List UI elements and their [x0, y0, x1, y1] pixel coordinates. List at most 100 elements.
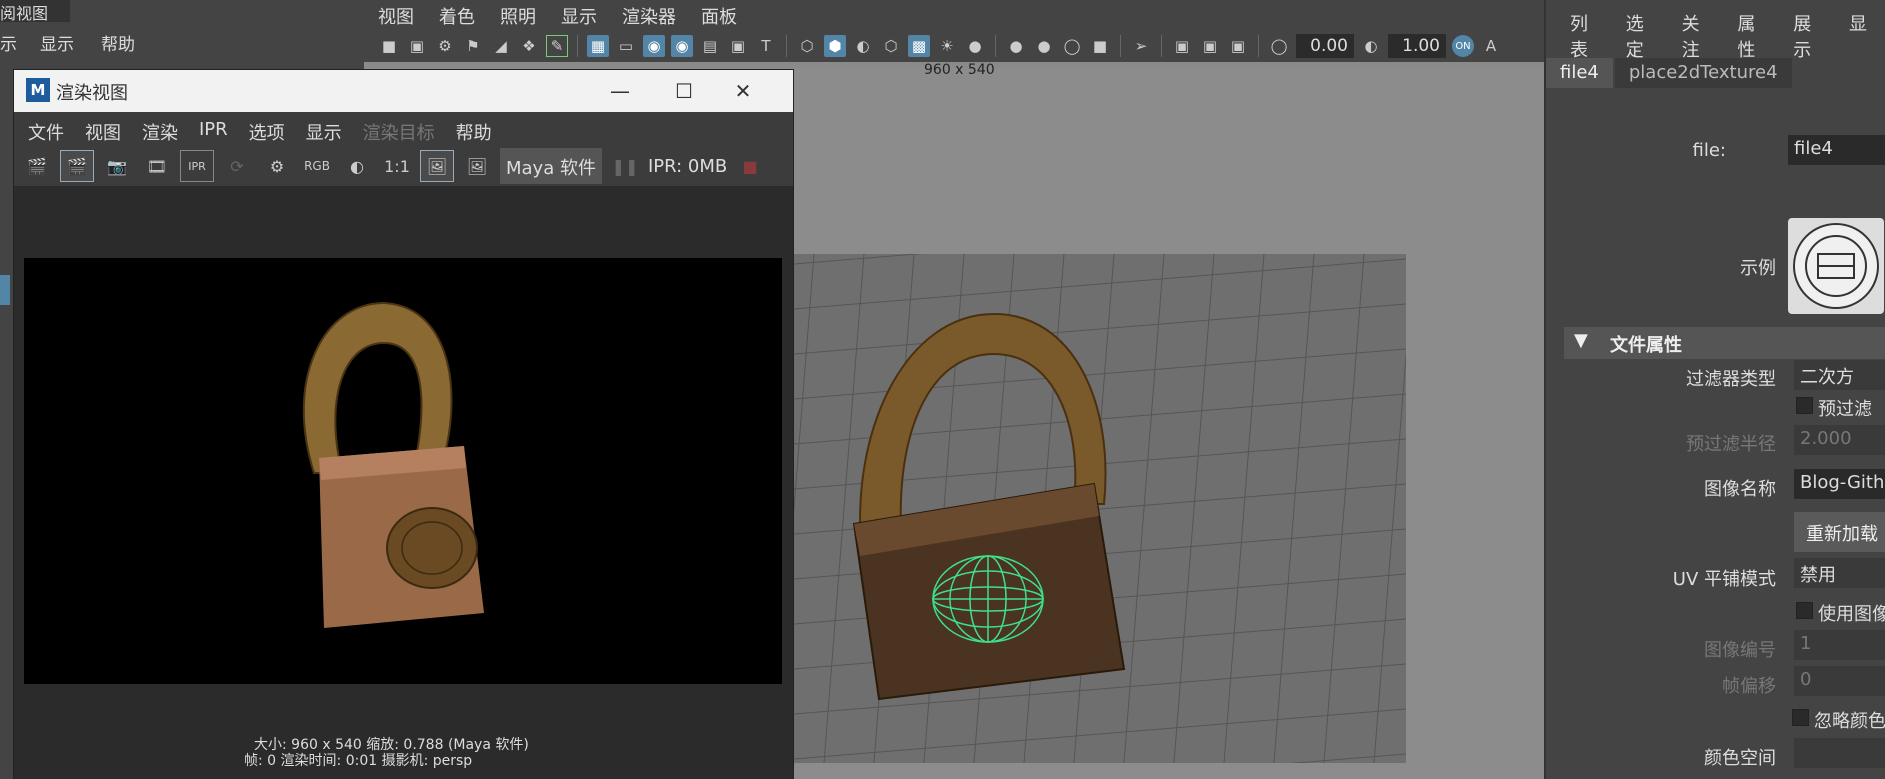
ae-menu-show[interactable]: 展示: [1793, 0, 1837, 61]
isolate-select-icon[interactable]: ➢: [1130, 35, 1152, 57]
refresh-ipr-icon: ⟳: [230, 156, 244, 176]
aov-icon[interactable]: A: [1480, 35, 1502, 57]
file-node-field[interactable]: file4: [1788, 135, 1885, 165]
shadows-icon[interactable]: ●: [964, 35, 986, 57]
real-size-icon[interactable]: 1:1: [380, 150, 414, 182]
2d-pan-icon[interactable]: ❖: [518, 35, 540, 57]
film-gate-icon[interactable]: ▭: [615, 35, 637, 57]
xray-active-icon[interactable]: ▣: [1199, 35, 1221, 57]
tab-file4[interactable]: file4: [1546, 58, 1613, 88]
ignore-color-space-checkbox[interactable]: [1792, 709, 1809, 726]
maximize-icon[interactable]: ☐: [669, 76, 699, 106]
ae-menubar: 列表 选定 关注 属性 展示 显: [1546, 0, 1885, 61]
rw-menu-file[interactable]: 文件: [28, 112, 75, 146]
vp-menu-lighting[interactable]: 照明: [486, 0, 547, 30]
frame-offset-label: 帧偏移: [1722, 676, 1776, 697]
redo-render-icon[interactable]: 🎬: [20, 150, 54, 182]
exposure-icon[interactable]: ◯: [1268, 35, 1290, 57]
xray-joints-icon[interactable]: ▣: [1227, 35, 1249, 57]
render-canvas-area[interactable]: 大小: 960 x 540 缩放: 0.788 (Maya 软件) 帧: 0 渲…: [14, 186, 793, 779]
wireframe-on-shaded-icon[interactable]: ⬡: [880, 35, 902, 57]
rgb-channels-icon[interactable]: RGB: [300, 150, 334, 182]
image-number-field: 1: [1794, 630, 1885, 660]
render-view-titlebar[interactable]: M 渲染视图 — ☐ ✕: [14, 70, 793, 112]
rw-menu-ipr[interactable]: IPR: [199, 112, 239, 146]
ae-menu-display-fragment[interactable]: 显: [1849, 0, 1875, 40]
vp-menu-renderer[interactable]: 渲染器: [608, 0, 687, 30]
rw-menu-render[interactable]: 渲染: [142, 112, 189, 146]
tab-place2dtexture4[interactable]: place2dTexture4: [1614, 58, 1792, 88]
motion-blur-icon[interactable]: ●: [1033, 35, 1055, 57]
left-menubar: 示 显示 帮助: [0, 26, 362, 56]
xray-icon[interactable]: ▣: [1171, 35, 1193, 57]
triangle-down-icon: ▼: [1574, 330, 1588, 351]
left-menu-item-show-fragment[interactable]: 示: [0, 30, 17, 55]
render-sequence-icon[interactable]: 🎞: [140, 150, 174, 182]
resolution-gate-icon[interactable]: ◉: [643, 35, 665, 57]
camera-lock-icon[interactable]: ▣: [406, 35, 428, 57]
render-region-icon[interactable]: 🎬: [60, 150, 94, 182]
wireframe-icon[interactable]: ⬡: [796, 35, 818, 57]
safe-action-icon[interactable]: ▣: [727, 35, 749, 57]
vp-menu-show[interactable]: 显示: [547, 0, 608, 30]
reload-button[interactable]: 重新加载: [1794, 512, 1885, 552]
color-space-dropdown[interactable]: [1794, 738, 1885, 768]
vp-menu-shading[interactable]: 着色: [425, 0, 486, 30]
camera-icon[interactable]: ■: [378, 35, 400, 57]
left-menu-item-display[interactable]: 显示: [40, 30, 74, 55]
toolbar-separator: [1258, 35, 1259, 57]
gate-mask-icon[interactable]: ◉: [671, 35, 693, 57]
default-material-icon[interactable]: ◐: [852, 35, 874, 57]
section-title: 文件属性: [1610, 335, 1682, 356]
ae-menu-focus[interactable]: 关注: [1682, 0, 1726, 61]
uv-tiling-dropdown[interactable]: 禁用: [1794, 558, 1885, 588]
minimize-icon[interactable]: —: [605, 76, 635, 106]
left-selected-marker: [0, 275, 10, 305]
alpha-channel-icon[interactable]: ◐: [340, 150, 374, 182]
close-icon[interactable]: ✕: [728, 76, 758, 106]
field-chart-icon[interactable]: ▤: [699, 35, 721, 57]
camera-attr-icon[interactable]: ⚙: [434, 35, 456, 57]
bookmark-icon[interactable]: ⚑: [462, 35, 484, 57]
rw-menu-display[interactable]: 显示: [306, 112, 353, 146]
use-image-sequence-checkbox[interactable]: [1796, 602, 1813, 619]
rw-menu-help[interactable]: 帮助: [456, 112, 503, 146]
renderer-selector[interactable]: Maya 软件: [500, 148, 602, 184]
color-management-icon[interactable]: ON: [1452, 35, 1474, 57]
ae-menu-list[interactable]: 列表: [1570, 0, 1614, 61]
smooth-shade-icon[interactable]: ⬢: [824, 35, 846, 57]
safe-title-icon[interactable]: T: [755, 35, 777, 57]
render-lock-emblem: [386, 507, 478, 589]
exposure-field[interactable]: 0.00: [1296, 34, 1354, 58]
filter-type-dropdown[interactable]: 二次方: [1794, 360, 1885, 390]
multisample-icon[interactable]: ◯: [1061, 35, 1083, 57]
render-settings-icon[interactable]: ⚙: [260, 150, 294, 182]
ignore-color-space-label: 忽略颜色: [1814, 711, 1885, 732]
vp-menu-view[interactable]: 视图: [364, 0, 425, 30]
screen-space-ao-icon[interactable]: ●: [1005, 35, 1027, 57]
texture-swatch[interactable]: [1788, 218, 1884, 314]
depth-of-field-icon[interactable]: ■: [1089, 35, 1111, 57]
rw-menu-options[interactable]: 选项: [249, 112, 296, 146]
textured-icon[interactable]: ▩: [908, 35, 930, 57]
color-space-label: 颜色空间: [1704, 748, 1776, 769]
gamma-icon[interactable]: ◐: [1360, 35, 1382, 57]
keep-image-icon[interactable]: 🖼: [420, 150, 454, 182]
file-attributes-section[interactable]: ▼ 文件属性: [1564, 327, 1885, 359]
prefilter-checkbox[interactable]: [1796, 397, 1813, 414]
rendered-lock-image: [302, 301, 484, 628]
rw-menu-view[interactable]: 视图: [85, 112, 132, 146]
grease-pencil-icon[interactable]: ✎: [546, 35, 568, 57]
ipr-render-icon[interactable]: IPR: [180, 150, 214, 182]
ae-menu-selected[interactable]: 选定: [1626, 0, 1670, 61]
left-menu-item-help[interactable]: 帮助: [101, 30, 135, 55]
image-name-field[interactable]: Blog-Githu: [1794, 469, 1885, 499]
use-all-lights-icon[interactable]: ☀: [936, 35, 958, 57]
grid-icon[interactable]: ▦: [587, 35, 609, 57]
snapshot-icon[interactable]: 📷: [100, 150, 134, 182]
image-plane-icon[interactable]: ◢: [490, 35, 512, 57]
vp-menu-panels[interactable]: 面板: [687, 0, 748, 30]
ae-menu-attributes[interactable]: 属性: [1737, 0, 1781, 61]
gamma-field[interactable]: 1.00: [1388, 34, 1446, 58]
remove-image-icon[interactable]: 🖼: [460, 150, 494, 182]
